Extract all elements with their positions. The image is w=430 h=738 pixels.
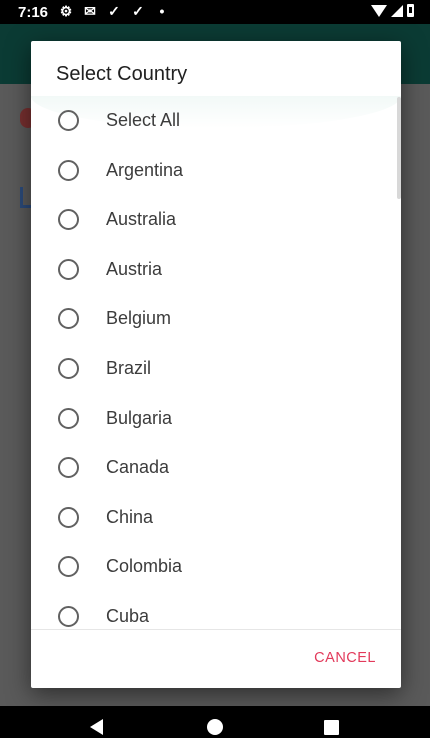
recents-icon[interactable]	[324, 720, 339, 735]
divider	[31, 629, 401, 630]
radio-button[interactable]	[58, 606, 79, 627]
status-time: 7:16	[18, 4, 49, 21]
country-option[interactable]: Cuba	[31, 592, 401, 629]
country-label: Bulgaria	[106, 407, 173, 428]
country-option[interactable]: Colombia	[31, 542, 401, 592]
country-option[interactable]: Austria	[31, 245, 401, 295]
country-option[interactable]: Australia	[31, 195, 401, 245]
country-option[interactable]: Bulgaria	[31, 394, 401, 444]
country-option[interactable]: Select All	[31, 96, 401, 146]
battery-icon	[407, 4, 414, 17]
country-label: Colombia	[106, 556, 183, 577]
radio-button[interactable]	[58, 308, 79, 330]
wifi-icon	[371, 4, 387, 17]
radio-button[interactable]	[58, 506, 79, 528]
country-label: Austria	[106, 258, 163, 279]
country-label: Australia	[106, 209, 177, 230]
country-option[interactable]: Brazil	[31, 344, 401, 394]
checkmark-icon: ✓	[132, 3, 144, 19]
navigation-bar	[0, 706, 430, 738]
country-option[interactable]: Canada	[31, 443, 401, 493]
radio-button[interactable]	[58, 258, 79, 280]
radio-button[interactable]	[58, 457, 79, 479]
dialog-title: Select Country	[56, 63, 188, 85]
country-option[interactable]: China	[31, 493, 401, 543]
radio-button[interactable]	[58, 556, 79, 578]
select-country-dialog: Select Country Select All Argentina Austra…	[31, 41, 401, 688]
country-label: Brazil	[106, 358, 152, 378]
radio-button[interactable]	[58, 358, 79, 379]
radio-button[interactable]	[58, 110, 79, 131]
country-option[interactable]: Belgium	[31, 294, 401, 344]
country-option[interactable]: Argentina	[31, 146, 401, 196]
radio-button[interactable]	[58, 209, 79, 231]
back-icon[interactable]	[90, 719, 103, 735]
scrollbar[interactable]	[397, 97, 401, 199]
radio-button[interactable]	[58, 407, 79, 429]
radio-button[interactable]	[58, 159, 79, 181]
country-label: China	[106, 506, 154, 527]
gear-icon: ⚙	[59, 3, 73, 19]
checkmark-icon: ✓	[108, 3, 120, 19]
country-label: Select All	[106, 110, 181, 130]
signal-icon	[391, 4, 403, 17]
country-label: Cuba	[106, 606, 150, 626]
mail-icon: ✉	[84, 3, 96, 19]
country-label: Argentina	[106, 159, 184, 180]
home-icon[interactable]	[207, 719, 223, 735]
country-list[interactable]: Select All Argentina Australia Austria Belgi…	[31, 96, 401, 629]
status-bar: 7:16 ⚙ ✉ ✓ ✓ •	[0, 0, 430, 24]
dot-icon: •	[159, 3, 165, 19]
cancel-button[interactable]: CANCEL	[314, 650, 376, 666]
country-label: Canada	[106, 457, 170, 478]
country-label: Belgium	[106, 308, 172, 329]
